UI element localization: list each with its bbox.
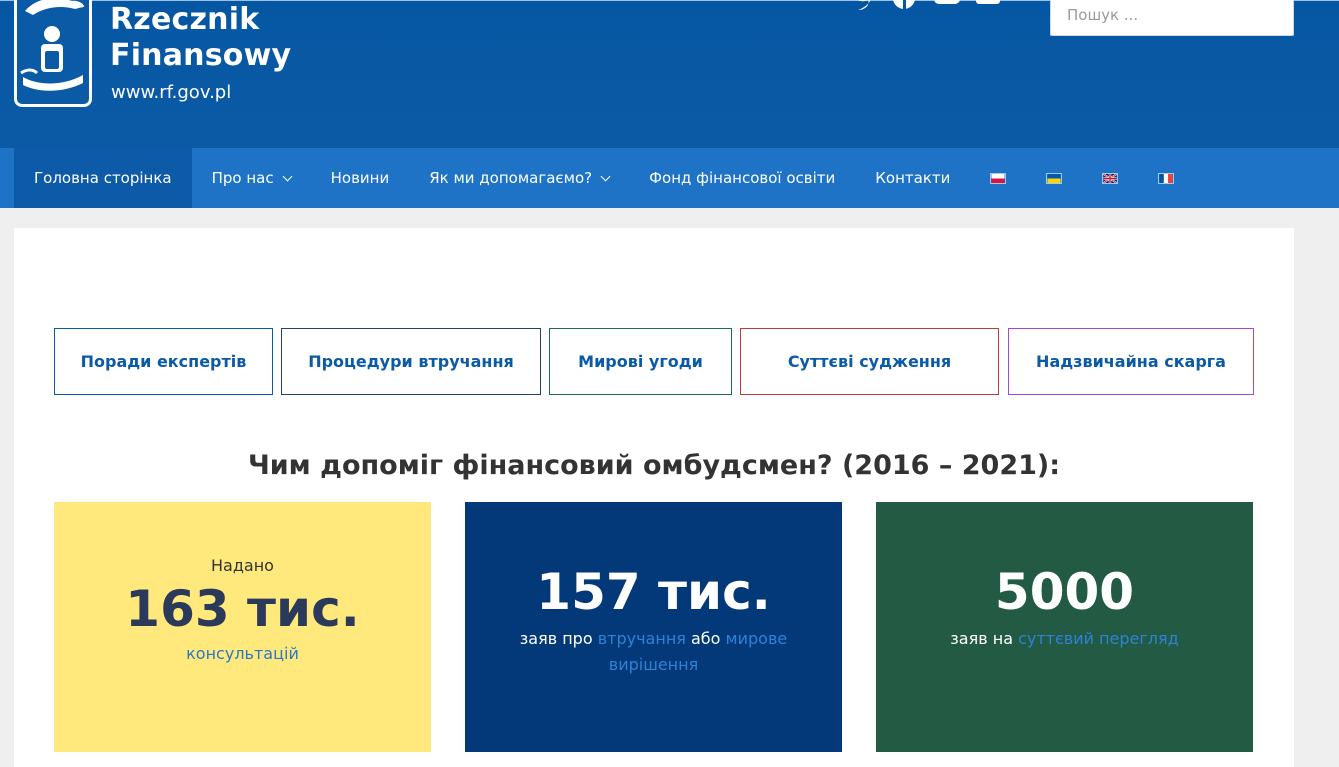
twitter-icon[interactable] (850, 0, 874, 12)
expert-advice-button[interactable]: Поради експертів (54, 328, 273, 395)
intervention-link[interactable]: втручання (598, 629, 686, 648)
stat-value: 163 тис. (125, 580, 360, 638)
intervention-procedures-button[interactable]: Процедури втручання (281, 328, 541, 395)
facebook-icon[interactable] (892, 0, 916, 12)
language-en[interactable] (1082, 148, 1138, 208)
stat-pre-label: Надано (211, 556, 274, 575)
logo-icon[interactable] (14, 0, 92, 107)
linkedin-icon[interactable] (976, 0, 1000, 12)
brand-name-line1: Rzecznik (110, 2, 260, 37)
nav-item-home[interactable]: Головна сторінка (14, 148, 192, 208)
stat-desc-text: заяв про (519, 629, 598, 648)
search-input[interactable] (1051, 0, 1293, 35)
main-navigation: Головна сторінка Про нас Новини Як ми до… (0, 148, 1339, 208)
language-fr[interactable] (1138, 148, 1194, 208)
flag-pl-icon (990, 172, 1007, 184)
stat-card-applications: 157 тис. заяв про втручання або мирове в… (465, 502, 842, 752)
main-content: Поради експертів Процедури втручання Мир… (14, 228, 1294, 767)
stat-desc-text: заяв на (950, 629, 1019, 648)
nav-item-about[interactable]: Про нас (192, 148, 311, 208)
nav-item-label: Як ми допомагаємо? (429, 169, 593, 187)
settlements-button[interactable]: Мирові угоди (549, 328, 732, 395)
search-box (1050, 0, 1294, 36)
flag-ua-icon (1046, 172, 1063, 184)
flag-gb-icon (1102, 172, 1119, 184)
extraordinary-appeal-button[interactable]: Надзвичайна скарга (1008, 328, 1254, 395)
chevron-down-icon[interactable] (282, 171, 293, 181)
nav-item-label: Головна сторінка (34, 169, 172, 187)
stat-card-consultations: Надано 163 тис. консультацій (54, 502, 431, 752)
nav-item-education-fund[interactable]: Фонд фінансової освіти (629, 148, 855, 208)
chevron-down-icon[interactable] (600, 171, 611, 181)
youtube-icon[interactable] (934, 0, 960, 12)
language-pl[interactable] (970, 148, 1026, 208)
nav-item-label: Фонд фінансової освіти (649, 169, 836, 187)
significant-opinions-button[interactable]: Суттєві судження (740, 328, 999, 395)
language-ua[interactable] (1026, 148, 1082, 208)
flag-fr-icon (1158, 172, 1175, 184)
significant-review-link[interactable]: суттєвий перегляд (1018, 629, 1179, 648)
brand-name[interactable]: Rzecznik Finansowy (110, 2, 291, 74)
stat-card-reviews: 5000 заяв на суттєвий перегляд (876, 502, 1253, 752)
consultations-link[interactable]: консультацій (186, 644, 299, 663)
nav-item-contacts[interactable]: Контакти (855, 148, 970, 208)
brand-url: www.rf.gov.pl (111, 82, 232, 103)
brand-name-line2: Finansowy (110, 38, 292, 73)
stat-value: 157 тис. (536, 563, 771, 621)
social-links (850, 0, 1000, 14)
nav-item-news[interactable]: Новини (311, 148, 410, 208)
stat-value: 5000 (994, 563, 1135, 621)
stat-desc-text: або (685, 629, 726, 648)
nav-item-label: Про нас (211, 169, 274, 187)
nav-item-label: Новини (330, 169, 390, 187)
stats-heading: Чим допоміг фінансовий омбудсмен? (2016 … (247, 450, 1061, 481)
nav-item-how-we-help[interactable]: Як ми допомагаємо? (409, 148, 629, 208)
site-header: Rzecznik Finansowy www.rf.gov.pl (0, 0, 1339, 148)
nav-item-label: Контакти (875, 169, 951, 187)
